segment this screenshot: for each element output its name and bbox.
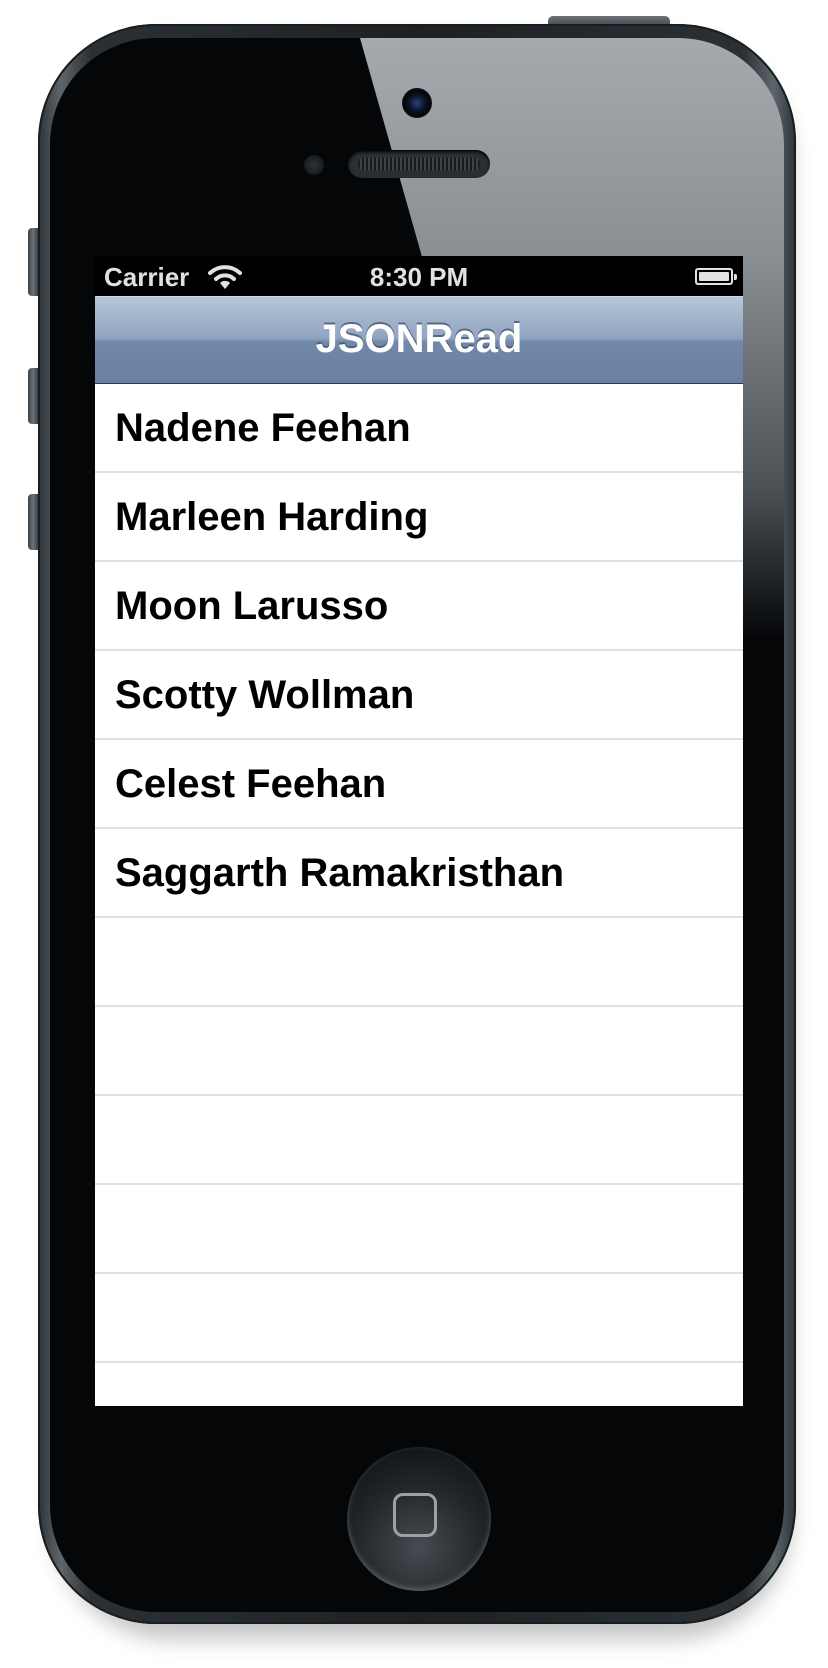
table-row-empty[interactable] xyxy=(95,1363,743,1406)
row-label: Moon Larusso xyxy=(115,584,389,628)
table-row[interactable]: Moon Larusso xyxy=(95,562,743,651)
phone-screen: Carrier 8:30 PM JSONRead Nadene Feehan M… xyxy=(95,256,743,1406)
table-row[interactable]: Marleen Harding xyxy=(95,473,743,562)
table-row[interactable]: Scotty Wollman xyxy=(95,651,743,740)
mute-switch[interactable] xyxy=(28,228,38,296)
table-row-empty[interactable] xyxy=(95,918,743,1007)
table-row-empty[interactable] xyxy=(95,1185,743,1274)
navigation-bar: JSONRead xyxy=(95,296,743,384)
row-label: Scotty Wollman xyxy=(115,673,415,717)
row-label: Celest Feehan xyxy=(115,762,387,806)
volume-up-button[interactable] xyxy=(28,368,38,424)
table-row[interactable]: Celest Feehan xyxy=(95,740,743,829)
table-row-empty[interactable] xyxy=(95,1096,743,1185)
proximity-sensor xyxy=(304,155,324,175)
table-row-empty[interactable] xyxy=(95,1274,743,1363)
volume-down-button[interactable] xyxy=(28,494,38,550)
table-row[interactable]: Saggarth Ramakristhan xyxy=(95,829,743,918)
battery-icon xyxy=(695,268,737,285)
table-row[interactable]: Nadene Feehan xyxy=(95,384,743,473)
home-square-icon xyxy=(393,1493,437,1537)
table-row-empty[interactable] xyxy=(95,1007,743,1096)
row-label: Marleen Harding xyxy=(115,495,429,539)
home-button[interactable] xyxy=(347,1447,491,1591)
earpiece-speaker xyxy=(348,150,490,178)
table-view[interactable]: Nadene Feehan Marleen Harding Moon Larus… xyxy=(95,384,743,1406)
row-label: Nadene Feehan xyxy=(115,406,411,450)
row-label: Saggarth Ramakristhan xyxy=(115,851,565,895)
front-camera xyxy=(402,88,432,118)
status-time: 8:30 PM xyxy=(369,262,469,292)
nav-title: JSONRead xyxy=(315,317,523,361)
status-bar: Carrier 8:30 PM xyxy=(95,256,743,296)
simulator-stage: Carrier 8:30 PM JSONRead Nadene Feehan M… xyxy=(0,0,828,1668)
